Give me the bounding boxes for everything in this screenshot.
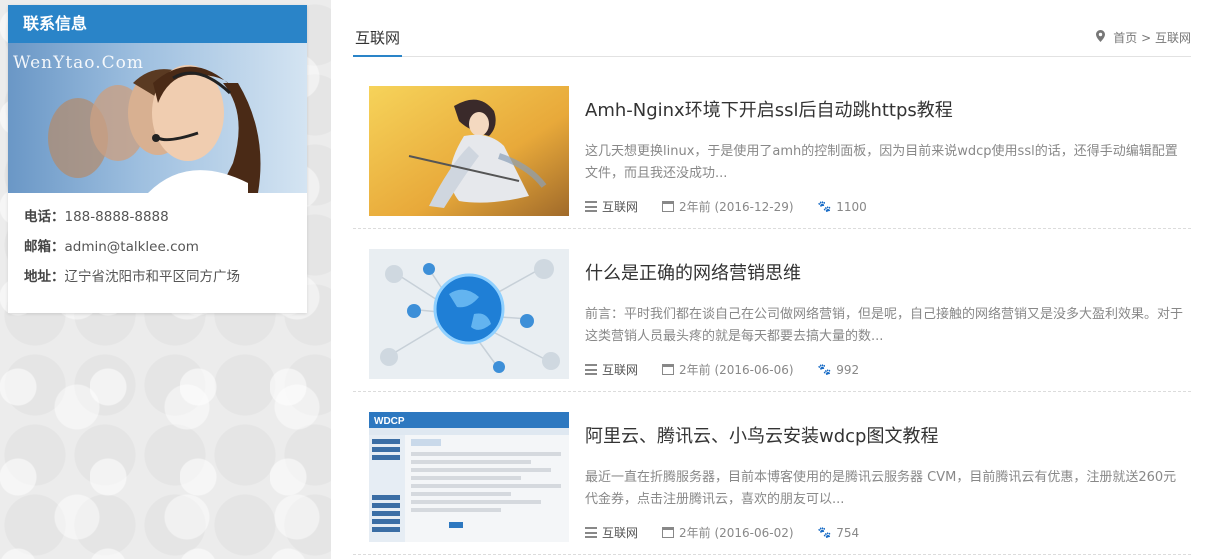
address-value: 辽宁省沈阳市和平区同方广场 xyxy=(64,269,241,285)
breadcrumb-current[interactable]: 互联网 xyxy=(1155,31,1191,45)
customer-service-image: WenYtao.Com xyxy=(8,43,307,193)
views-count: 992 xyxy=(836,362,860,377)
category-label[interactable]: 互联网 xyxy=(602,198,638,215)
article-views: 🐾 754 xyxy=(818,526,860,540)
article-category[interactable]: 互联网 xyxy=(585,198,638,215)
article-meta: 互联网 2年前 (2016-06-02) 🐾 754 xyxy=(585,524,859,541)
date-label: 2年前 (2016-12-29) xyxy=(679,200,794,214)
article-category[interactable]: 互联网 xyxy=(585,361,638,378)
map-pin-icon xyxy=(1096,30,1106,45)
paw-icon: 🐾 xyxy=(817,363,832,376)
article-views: 🐾 1100 xyxy=(818,200,867,214)
article-date: 2年前 (2016-12-29) xyxy=(662,198,794,215)
panel-header: 互联网 首页 > 互联网 xyxy=(353,18,1191,57)
contact-email: 邮箱：admin@talklee.com xyxy=(24,235,291,265)
contact-address: 地址：辽宁省沈阳市和平区同方广场 xyxy=(24,265,291,295)
article-summary: 前言：平时我们都在谈自己在公司做网络营销，但是呢，自己接触的网络营销又是没多大盈… xyxy=(585,307,1184,344)
article-thumbnail[interactable]: WDCP xyxy=(369,412,569,542)
views-count: 1100 xyxy=(836,199,867,214)
paw-icon: 🐾 xyxy=(817,526,832,539)
category-tab[interactable]: 互联网 xyxy=(353,18,403,57)
category-label[interactable]: 互联网 xyxy=(602,361,638,378)
date-label: 2年前 (2016-06-06) xyxy=(679,363,794,377)
article-list-panel: 互联网 首页 > 互联网 Amh-Nginx环境下开启ssl后自动跳https教… xyxy=(331,0,1221,559)
article-meta: 互联网 2年前 (2016-12-29) 🐾 1100 xyxy=(585,198,867,215)
article-title[interactable]: 阿里云、腾讯云、小鸟云安装wdcp图文教程 xyxy=(585,422,938,448)
article-thumbnail[interactable] xyxy=(369,86,569,216)
article-date: 2年前 (2016-06-02) xyxy=(662,524,794,541)
article-item: WDCP 阿里云、腾讯云、小鸟云安装wdcp图文教程 最近一直在折腾服务器，目前… xyxy=(353,392,1191,555)
article-summary: 这几天想更换linux，于是使用了amh的控制面板，因为目前来说wdcp使用ss… xyxy=(585,144,1178,181)
breadcrumb: 首页 > 互联网 xyxy=(1096,29,1191,46)
address-label: 地址： xyxy=(24,269,65,285)
email-value[interactable]: admin@talklee.com xyxy=(65,239,199,255)
article-item: 什么是正确的网络营销思维 前言：平时我们都在谈自己在公司做网络营销，但是呢，自己… xyxy=(353,229,1191,392)
calendar-icon xyxy=(662,364,675,375)
article-summary: 最近一直在折腾服务器，目前本博客使用的是腾讯云服务器 CVM，目前腾讯云有优惠，… xyxy=(585,470,1177,507)
date-label: 2年前 (2016-06-02) xyxy=(679,526,794,540)
wdcp-banner-text: WDCP xyxy=(374,416,405,427)
calendar-icon xyxy=(662,201,675,212)
breadcrumb-separator: > xyxy=(1141,31,1152,45)
contact-info: 电话：188-8888-8888 邮箱：admin@talklee.com 地址… xyxy=(8,193,307,307)
breadcrumb-home[interactable]: 首页 xyxy=(1113,31,1137,45)
watermark-text: WenYtao.Com xyxy=(13,53,144,73)
article-views: 🐾 992 xyxy=(818,363,860,377)
email-label: 邮箱： xyxy=(24,239,65,255)
article-meta: 互联网 2年前 (2016-06-06) 🐾 992 xyxy=(585,361,859,378)
calendar-icon xyxy=(662,527,675,538)
contact-card-title: 联系信息 xyxy=(8,5,307,43)
contact-card: 联系信息 WenYtao.Com 电话：188-8888-8888 邮箱：adm… xyxy=(8,5,307,313)
article-title[interactable]: 什么是正确的网络营销思维 xyxy=(585,259,801,285)
list-icon xyxy=(585,364,597,375)
category-label[interactable]: 互联网 xyxy=(602,524,638,541)
views-count: 754 xyxy=(836,525,860,540)
list-icon xyxy=(585,527,597,538)
list-icon xyxy=(585,201,597,212)
article-item: Amh-Nginx环境下开启ssl后自动跳https教程 这几天想更换linux… xyxy=(353,66,1191,229)
paw-icon: 🐾 xyxy=(817,200,832,213)
phone-label: 电话： xyxy=(24,209,65,225)
contact-phone: 电话：188-8888-8888 xyxy=(24,205,291,235)
article-category[interactable]: 互联网 xyxy=(585,524,638,541)
article-date: 2年前 (2016-06-06) xyxy=(662,361,794,378)
phone-value: 188-8888-8888 xyxy=(64,209,169,225)
article-title[interactable]: Amh-Nginx环境下开启ssl后自动跳https教程 xyxy=(585,96,953,122)
article-thumbnail[interactable] xyxy=(369,249,569,379)
